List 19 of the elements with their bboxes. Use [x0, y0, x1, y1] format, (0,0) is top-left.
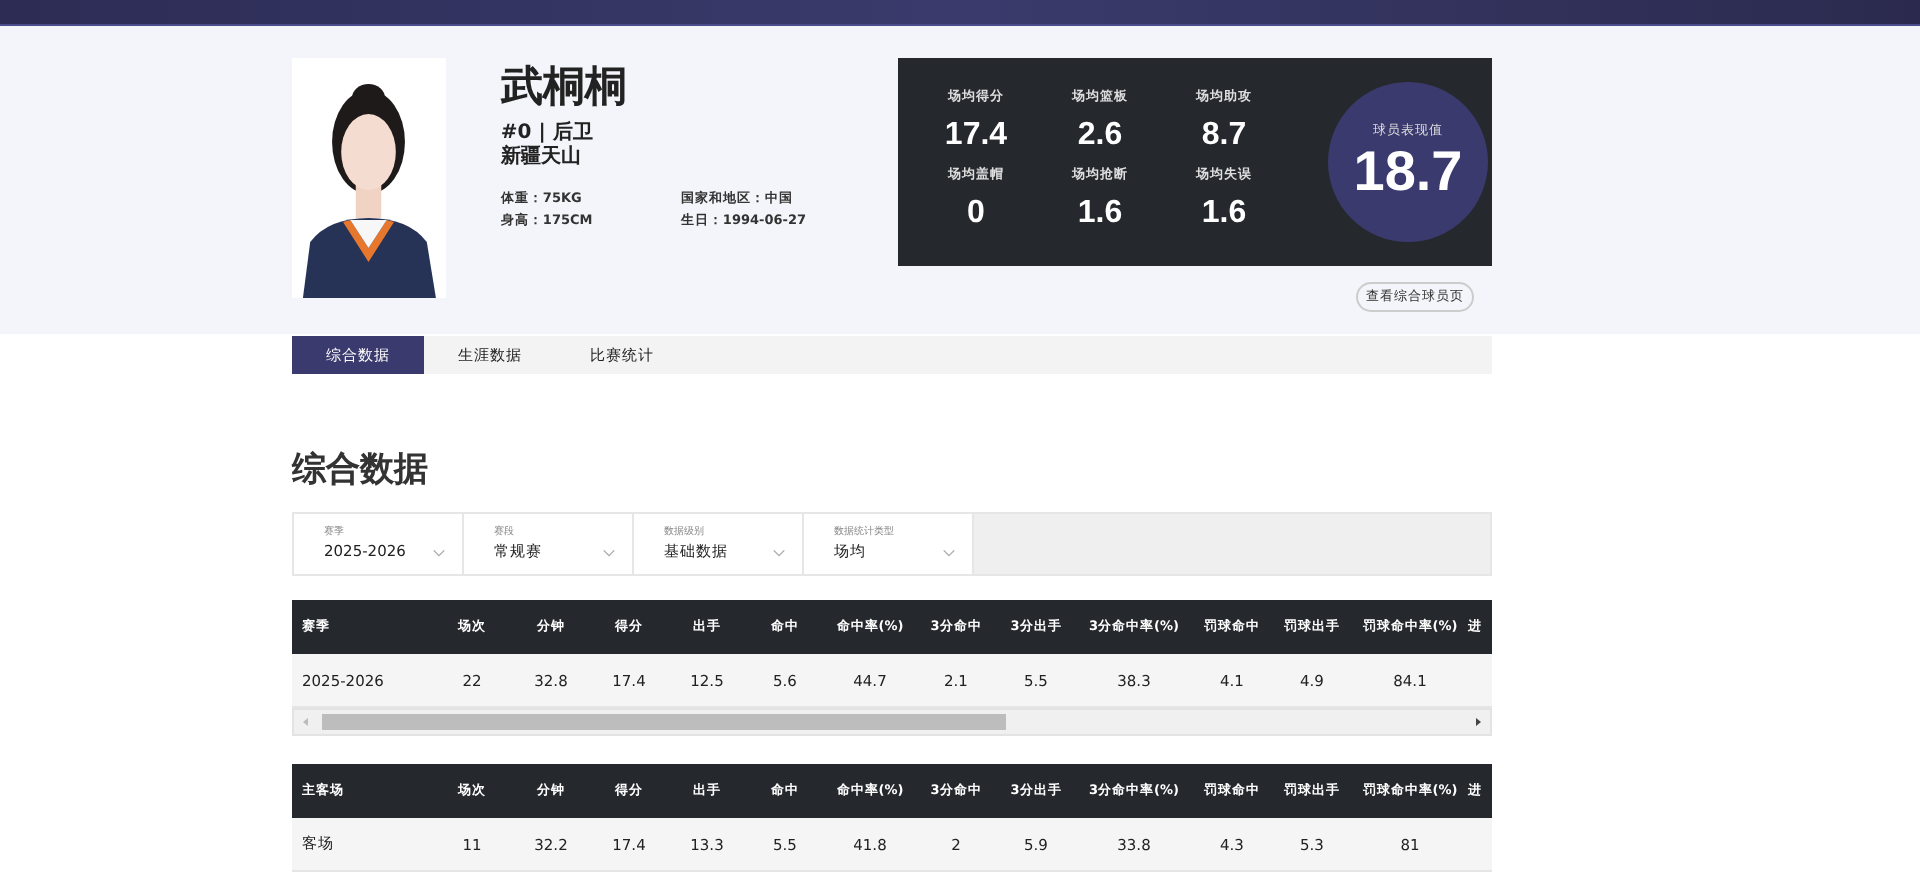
stat-value: 2.6 [1077, 116, 1123, 156]
rating-value: 18.7 [1353, 139, 1463, 203]
stat-value: 0 [967, 194, 985, 234]
section-title: 综合数据 [292, 448, 430, 492]
player-team: 新疆天山 [500, 146, 583, 170]
scrollbar-thumb[interactable] [322, 714, 1006, 730]
chevron-icon [602, 548, 616, 558]
scroll-left-icon[interactable] [300, 716, 312, 728]
stat-value: 8.7 [1201, 116, 1247, 156]
stat-value: 1.6 [1201, 194, 1247, 234]
chevron-icon [942, 548, 956, 558]
scrollbar[interactable] [292, 708, 1492, 736]
player-name: 武桐桐 [500, 60, 629, 112]
stat-value: 1.6 [1077, 194, 1123, 234]
stat-value: 17.4 [944, 116, 1008, 156]
player-number-position: #0 | 后卫 [500, 122, 595, 144]
scroll-right-icon[interactable] [1472, 716, 1484, 728]
chevron-icon [772, 548, 786, 558]
chevron-icon [432, 548, 446, 558]
